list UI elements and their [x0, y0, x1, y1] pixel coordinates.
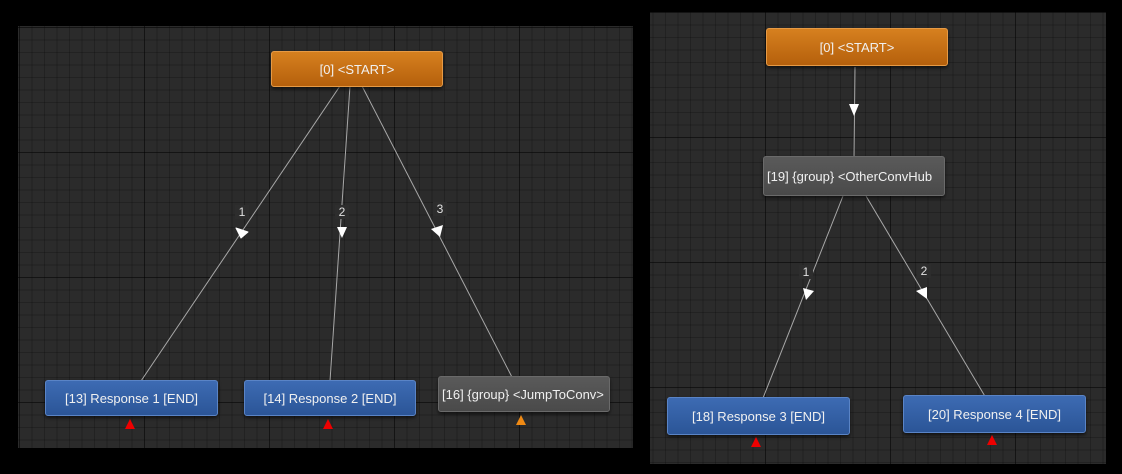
arrow-icon	[235, 227, 249, 239]
start-node[interactable]: [0] <START>	[271, 51, 443, 87]
link-label: 3	[433, 202, 447, 216]
node-label: [0] <START>	[819, 39, 895, 55]
response-node-13[interactable]: [13] Response 1 [END]	[45, 380, 218, 416]
arrow-icon	[849, 104, 859, 116]
arrow-icon	[431, 225, 443, 237]
response-node-20[interactable]: [20] Response 4 [END]	[903, 395, 1086, 433]
node-label: [13] Response 1 [END]	[65, 390, 198, 406]
arrow-icon	[803, 288, 814, 300]
node-label: [20] Response 4 [END]	[928, 406, 1061, 422]
response-node-18[interactable]: [18] Response 3 [END]	[667, 397, 850, 435]
link-label: 2	[335, 205, 349, 219]
end-marker-icon	[987, 435, 997, 445]
left-graph-canvas[interactable]: 1 2 3 [0] <START> [13] Response 1 [END] …	[18, 26, 633, 448]
link-label: 2	[917, 264, 931, 278]
end-marker-icon	[323, 419, 333, 429]
group-node-16[interactable]: [16] {group} <JumpToConv>	[438, 376, 610, 412]
node-label: [14] Response 2 [END]	[263, 390, 397, 406]
node-label: [18] Response 3 [END]	[692, 408, 825, 424]
link-hub-to-response-3[interactable]	[762, 195, 844, 399]
end-marker-icon	[125, 419, 135, 429]
link-label: 1	[799, 265, 813, 279]
response-node-14[interactable]: [14] Response 2 [END]	[244, 380, 416, 416]
link-marker-icon	[516, 415, 526, 425]
node-label: [19] {group} <OtherConvHub	[767, 168, 933, 184]
node-label: [16] {group} <JumpToConv>	[442, 386, 604, 402]
link-label: 1	[235, 205, 249, 219]
node-label: [0] <START>	[319, 61, 395, 77]
arrow-icon	[337, 227, 347, 238]
end-marker-icon	[751, 437, 761, 447]
right-graph-canvas[interactable]: 1 2 [0] <START> [19] {group} <OtherConvH…	[650, 12, 1106, 464]
group-node-19[interactable]: [19] {group} <OtherConvHub	[763, 156, 945, 196]
start-node[interactable]: [0] <START>	[766, 28, 948, 66]
